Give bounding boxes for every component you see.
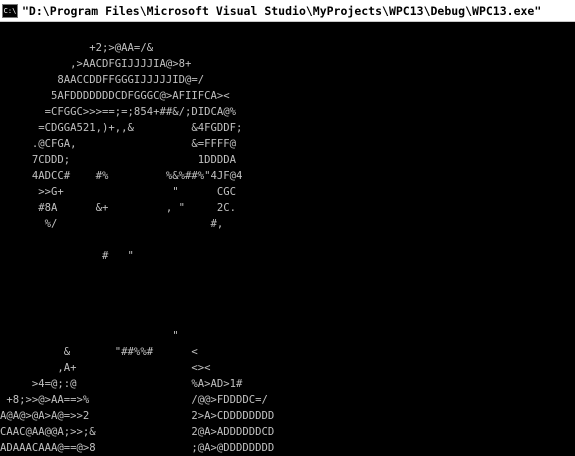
console-line: %/ #, <box>0 218 224 230</box>
console-window: C:\ "D:\Program Files\Microsoft Visual S… <box>0 0 575 456</box>
console-line: +2;>@AA=/& <box>0 42 154 54</box>
console-line: >4=@;:@ %A>AD>1# <box>0 378 243 390</box>
title-bar[interactable]: C:\ "D:\Program Files\Microsoft Visual S… <box>0 0 575 22</box>
console-line: CAAC@AA@@A;>>;& 2@A>ADDDDDDCD <box>0 426 275 438</box>
console-line: A@A@>@A>A@=>>2 2>A>CDDDDDDDD <box>0 410 275 422</box>
console-line: .@CFGA, &=FFFF@ <box>0 138 236 150</box>
console-line: #8A &+ , " 2C. <box>0 202 236 214</box>
console-line: & "##%%# < <box>0 346 198 358</box>
console-line: ,>AACDFGIJJJJIA@>8+ <box>0 58 192 70</box>
console-line: >>G+ " CGC <box>0 186 236 198</box>
console-output[interactable]: +2;>@AA=/& ,>AACDFGIJJJJIA@>8+ 8AACCDDFF… <box>0 22 575 456</box>
console-line: 8AACCDDFFGGGIJJJJJID@=/ <box>0 74 205 86</box>
console-line: +8;>>@>AA==>% /@@>FDDDDC=/ <box>0 394 268 406</box>
console-icon[interactable]: C:\ <box>2 3 18 18</box>
console-line: ADAAACAAA@==@>8 ;@A>@DDDDDDDD <box>0 442 275 454</box>
console-line: " <box>0 330 179 342</box>
console-line: # " <box>0 250 134 262</box>
console-line: 7CDDD; 1DDDDA <box>0 154 236 166</box>
console-line: 4ADCC# #% %&%##%"4JF@4 <box>0 170 243 182</box>
console-line: =CDGGA521,)+,,& &4FGDDF; <box>0 122 243 134</box>
console-line: =CFGGC>>>==;=;854+##&/;DIDCA@% <box>0 106 236 118</box>
window-title: "D:\Program Files\Microsoft Visual Studi… <box>22 3 542 18</box>
console-line: 5AFDDDDDDDCDFGGGC@>AFIIFCA>< <box>0 90 230 102</box>
console-line: ,A+ <>< <box>0 362 217 374</box>
